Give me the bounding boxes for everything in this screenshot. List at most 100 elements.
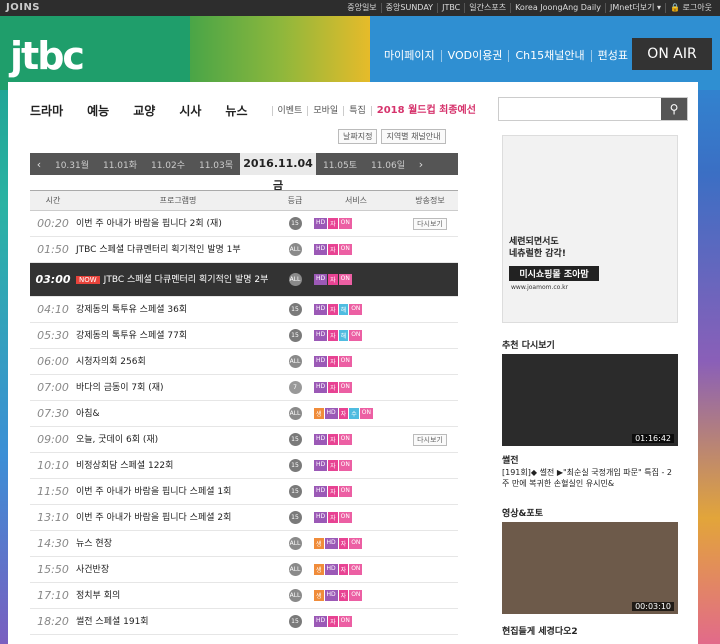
- rec-thumbnail[interactable]: 01:16:42: [502, 354, 678, 446]
- service-badge[interactable]: ON: [359, 408, 373, 419]
- date-tab[interactable]: 2016.11.04 금: [240, 153, 316, 192]
- option-button[interactable]: 날짜지정: [338, 129, 378, 144]
- table-row[interactable]: 05:30 강제동의 톡투유 스페셜 77회 15 HD 자 해 ON: [30, 323, 458, 349]
- row-title[interactable]: 강제동의 톡투유 스페셜 77회: [76, 331, 187, 341]
- row-title[interactable]: 사건반장: [76, 565, 109, 575]
- table-row[interactable]: 06:00 시청자의회 256회 ALL HD 자 ON: [30, 349, 458, 375]
- next-date-arrow-icon[interactable]: ›: [412, 158, 430, 171]
- service-badge[interactable]: 자: [328, 382, 338, 393]
- row-title[interactable]: 뉴스 현장: [76, 539, 112, 549]
- service-badge[interactable]: 자: [338, 564, 349, 575]
- service-badge[interactable]: ON: [349, 590, 363, 601]
- service-badge[interactable]: ON: [338, 356, 352, 367]
- sub-nav-item[interactable]: 특집: [343, 105, 371, 116]
- header-nav-item[interactable]: VOD이용권: [442, 50, 510, 62]
- service-badge[interactable]: HD: [324, 564, 338, 575]
- service-badge[interactable]: HD: [314, 356, 328, 367]
- row-title[interactable]: 강제동의 톡투유 스페셜 36회: [76, 305, 187, 315]
- top-link[interactable]: 일간스포츠: [465, 3, 512, 13]
- main-nav-item[interactable]: 뉴스: [225, 102, 247, 119]
- row-title[interactable]: 썰전 스페셜 191회: [76, 617, 149, 627]
- service-badge[interactable]: 생: [314, 590, 324, 601]
- row-program[interactable]: 강제동의 톡투유 스페셜 77회: [76, 330, 280, 342]
- service-badge[interactable]: 생: [314, 408, 324, 419]
- rec-description[interactable]: [191회]◆ 썰전 ▶"최순실 국정개입 파문" 특집 - 2주 만에 복귀한…: [502, 467, 678, 489]
- service-badge[interactable]: 해: [338, 304, 349, 315]
- search-input[interactable]: [499, 98, 661, 120]
- ad-banner[interactable]: 세련되면서도 네츄럴한 감각! 미시쇼핑몰 조아맘 www.joamom.co.…: [502, 135, 678, 323]
- service-badge[interactable]: 자: [328, 460, 338, 471]
- row-program[interactable]: 오늘, 굿데이 6회 (재): [76, 434, 280, 446]
- row-program[interactable]: 이번 주 아내가 바람을 핍니다 2회 (재): [76, 218, 280, 230]
- table-row[interactable]: 17:10 정치부 회의 ALL 생 HD 자 ON: [30, 583, 458, 609]
- service-badge[interactable]: HD: [314, 330, 328, 341]
- service-badge[interactable]: HD: [314, 218, 328, 229]
- row-title[interactable]: 바다의 금동이 7회 (재): [76, 383, 164, 393]
- row-program[interactable]: 바다의 금동이 7회 (재): [76, 382, 280, 394]
- video-caption[interactable]: 현집들게 세경다오2: [502, 624, 578, 637]
- service-badge[interactable]: ON: [338, 218, 352, 229]
- service-badge[interactable]: 자: [328, 330, 338, 341]
- table-row[interactable]: 07:00 바다의 금동이 7회 (재) 7 HD 자 ON: [30, 375, 458, 401]
- row-title[interactable]: 비정상회담 스페셜 122회: [76, 461, 173, 471]
- row-title[interactable]: JTBC 스페셜 다큐멘터리 획기적인 발명 2부: [104, 275, 269, 285]
- row-program[interactable]: 사건반장: [76, 564, 280, 576]
- joins-logo[interactable]: JOINS: [6, 2, 40, 13]
- service-badge[interactable]: ON: [338, 382, 352, 393]
- table-row[interactable]: 04:10 강제동의 톡투유 스페셜 36회 15 HD 자 해 ON: [30, 297, 458, 323]
- table-row[interactable]: 00:20 이번 주 아내가 바람을 핍니다 2회 (재) 15 HD 자 ON 다시보기: [30, 211, 458, 237]
- row-program[interactable]: JTBC 스페셜 다큐멘터리 획기적인 발명 1부: [76, 244, 280, 256]
- service-badge[interactable]: HD: [314, 274, 328, 285]
- table-row[interactable]: 01:50 JTBC 스페셜 다큐멘터리 획기적인 발명 1부 ALL HD 자 ON: [30, 237, 458, 263]
- service-badge[interactable]: 생: [314, 538, 324, 549]
- top-link[interactable]: 중앙SUNDAY: [382, 3, 439, 13]
- row-program[interactable]: NOW JTBC 스페셜 다큐멘터리 획기적인 발명 2부: [76, 274, 280, 286]
- top-link[interactable]: 중앙일보: [343, 3, 382, 13]
- service-badge[interactable]: HD: [314, 244, 328, 255]
- service-badge[interactable]: 자: [328, 274, 338, 285]
- service-badge[interactable]: ON: [338, 512, 352, 523]
- service-badge[interactable]: ON: [338, 616, 352, 627]
- service-badge[interactable]: ON: [338, 460, 352, 471]
- service-badge[interactable]: ON: [338, 486, 352, 497]
- rec-show-name[interactable]: 썰전: [502, 453, 519, 466]
- row-program[interactable]: 썰전 스페셜 191회: [76, 616, 280, 628]
- date-tab[interactable]: 10.31월: [48, 158, 96, 171]
- service-badge[interactable]: ON: [349, 564, 363, 575]
- video-thumbnail[interactable]: 00:03:10: [502, 522, 678, 614]
- row-title[interactable]: 아침&: [76, 409, 100, 419]
- row-title[interactable]: 오늘, 굿데이 6회 (재): [76, 435, 158, 445]
- jtbc-logo[interactable]: jtbc: [10, 34, 85, 78]
- row-title[interactable]: 이번 주 아내가 바람을 핍니다 스페셜 2회: [76, 513, 231, 523]
- service-badge[interactable]: 자: [328, 616, 338, 627]
- service-badge[interactable]: HD: [314, 304, 328, 315]
- row-program[interactable]: 비정상회담 스페셜 122회: [76, 460, 280, 472]
- main-nav-item[interactable]: 예능: [87, 102, 109, 119]
- header-nav-item[interactable]: Ch15채널안내: [509, 50, 592, 62]
- service-badge[interactable]: 생: [314, 564, 324, 575]
- service-badge[interactable]: ON: [338, 434, 352, 445]
- service-badge[interactable]: HD: [314, 486, 328, 497]
- service-badge[interactable]: 자: [328, 304, 338, 315]
- service-badge[interactable]: 자: [328, 512, 338, 523]
- row-title[interactable]: 이번 주 아내가 바람을 핍니다 2회 (재): [76, 219, 222, 229]
- service-badge[interactable]: ON: [338, 244, 352, 255]
- table-row[interactable]: 09:00 오늘, 굿데이 6회 (재) 15 HD 자 ON 다시보기: [30, 427, 458, 453]
- service-badge[interactable]: HD: [324, 538, 338, 549]
- row-title[interactable]: JTBC 스페셜 다큐멘터리 획기적인 발명 1부: [76, 245, 241, 255]
- service-badge[interactable]: HD: [324, 408, 338, 419]
- service-badge[interactable]: 자: [328, 434, 338, 445]
- replay-button[interactable]: 다시보기: [413, 217, 447, 230]
- main-nav-item[interactable]: 시사: [179, 102, 201, 119]
- row-program[interactable]: 정치부 회의: [76, 590, 280, 602]
- top-link[interactable]: JMnet더보기 ▾: [606, 3, 667, 13]
- table-row[interactable]: 14:30 뉴스 현장 ALL 생 HD 자 ON: [30, 531, 458, 557]
- service-badge[interactable]: ON: [349, 304, 363, 315]
- option-button[interactable]: 지역별 채널안내: [381, 129, 446, 144]
- header-nav-item[interactable]: 편성표: [592, 50, 634, 62]
- table-row[interactable]: 15:50 사건반장 ALL 생 HD 자 ON: [30, 557, 458, 583]
- service-badge[interactable]: HD: [324, 590, 338, 601]
- service-badge[interactable]: ON: [349, 330, 363, 341]
- header-nav-item[interactable]: 마이페이지: [378, 50, 442, 62]
- date-tab[interactable]: 11.01화: [96, 158, 144, 171]
